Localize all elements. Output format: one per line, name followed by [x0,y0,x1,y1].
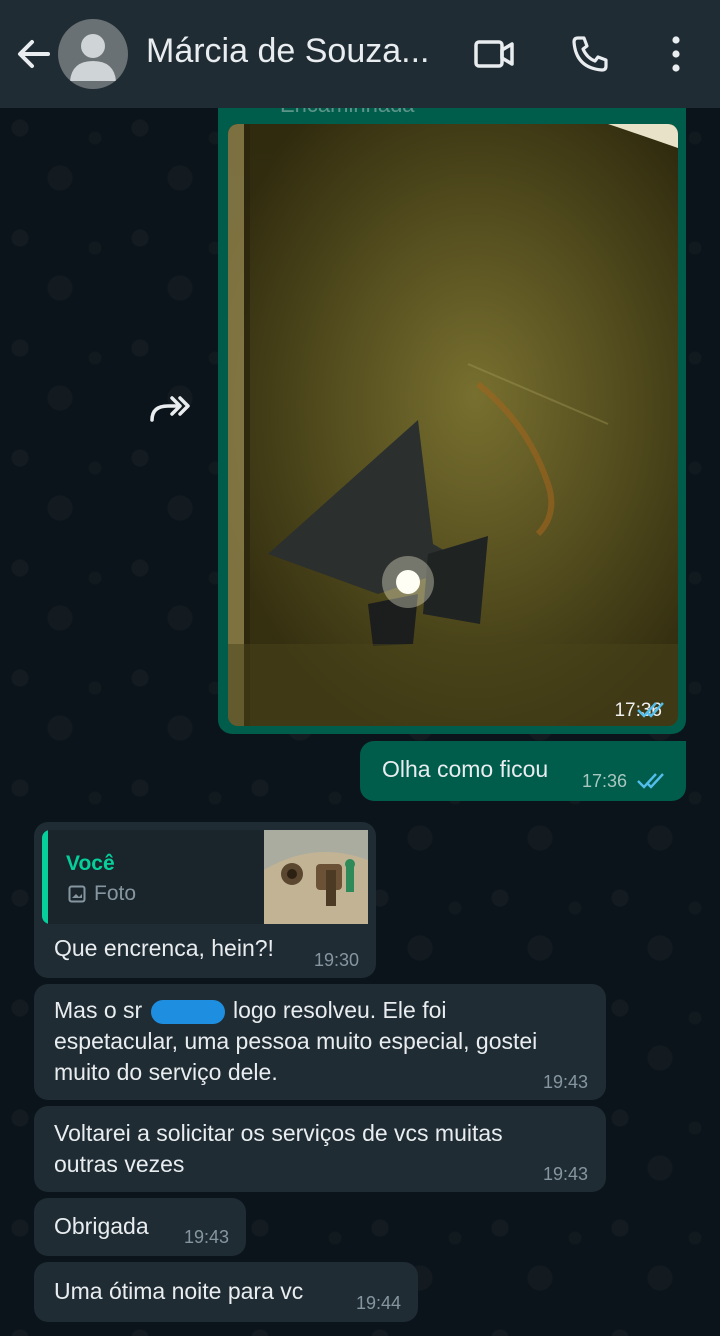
quote-thumbnail [264,830,368,924]
thumbnail-content [264,830,368,924]
message-text-line: espetacular, uma pessoa muito especial, … [54,1028,538,1054]
avatar[interactable] [58,19,128,89]
quote-author: Você [66,852,115,875]
message-text: Obrigada [54,1213,149,1239]
phone-icon[interactable] [568,32,612,76]
message-time: 19:43 [543,1164,589,1184]
more-vert-icon[interactable] [654,32,698,76]
message-time: 19:30 [314,950,360,970]
forward-icon[interactable] [146,390,194,426]
message-time: 19:43 [184,1227,230,1247]
message-text-line: muito do serviço dele. [54,1059,278,1085]
read-ticks-icon [637,773,664,789]
redaction-scribble [150,999,225,1024]
message-text-line: Voltarei a solicitar os serviços de vcs … [54,1120,503,1146]
read-ticks-icon [637,702,664,718]
back-arrow-icon[interactable] [14,34,54,74]
message-text-part: Mas o sr [54,997,149,1023]
avatar-icon [70,34,116,81]
quote-accent-bar [42,830,48,924]
video-call-icon[interactable] [472,32,516,76]
message-time: 19:43 [543,1072,589,1092]
message-text: Que encrenca, hein?! [54,935,274,961]
chat-header: Márcia de Souza... [0,0,720,108]
photo-content [228,124,678,726]
message-time: 19:44 [356,1293,402,1313]
contact-name[interactable]: Márcia de Souza... [146,32,429,71]
shared-photo[interactable] [228,124,678,726]
message-text-line: Mas o sr logo resolveu. Ele foi [54,995,446,1026]
message-time: 17:36 [582,771,628,791]
message-text: Olha como ficou [382,756,549,782]
quote-type: Foto [94,882,137,905]
message-text-part: logo resolveu. Ele foi [226,997,447,1023]
photo-icon [68,885,86,903]
message-text-line: outras vezes [54,1151,185,1177]
message-text: Uma ótima noite para vc [54,1278,304,1304]
